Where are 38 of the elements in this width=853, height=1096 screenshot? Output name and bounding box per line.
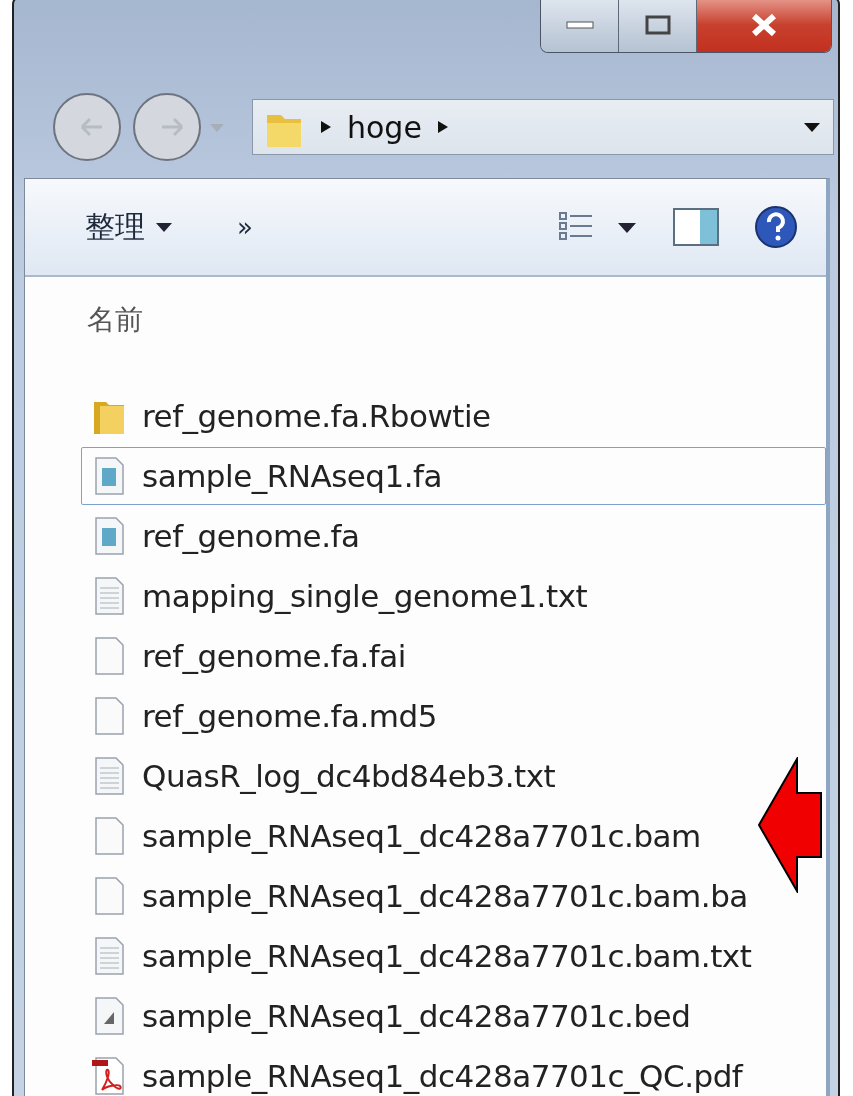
organize-menu[interactable]: 整理	[85, 206, 173, 248]
file-row[interactable]: sample_RNAseq1_dc428a7701c.bam	[81, 807, 826, 865]
file-row[interactable]: sample_RNAseq1_dc428a7701c_QC.pdf	[81, 1047, 826, 1096]
caret-icon	[155, 221, 173, 233]
file-row[interactable]: ref_genome.fa	[81, 507, 826, 565]
file-row[interactable]: ref_genome.fa.Rbowtie	[81, 387, 826, 445]
text-file-icon	[92, 576, 126, 616]
chevron-icon	[435, 119, 450, 135]
file-row[interactable]: sample_RNAseq1_dc428a7701c.bam.ba	[81, 867, 826, 925]
breadcrumb[interactable]: hoge	[347, 109, 422, 145]
file-row[interactable]: sample_RNAseq1_dc428a7701c.bam.txt	[81, 927, 826, 985]
chevron-icon	[319, 119, 333, 135]
minimize-icon	[564, 20, 595, 30]
more-button[interactable]: »	[237, 212, 253, 242]
file-row[interactable]: ref_genome.fa.md5	[81, 687, 826, 745]
preview-pane-icon[interactable]	[672, 205, 720, 249]
file-row[interactable]: QuasR_log_dc4bd84eb3.txt	[81, 747, 826, 805]
blank-file-icon	[92, 876, 126, 916]
file-row[interactable]: mapping_single_genome1.txt	[81, 567, 826, 625]
column-header[interactable]: 名前	[25, 277, 826, 355]
address-bar[interactable]: hoge	[252, 99, 834, 155]
document-icon	[92, 456, 126, 496]
close-icon	[750, 13, 778, 37]
file-row[interactable]: sample_RNAseq1_dc428a7701c.bed	[81, 987, 826, 1045]
blank-file-icon	[92, 636, 126, 676]
help-icon[interactable]	[754, 205, 798, 249]
text-file-icon	[92, 756, 126, 796]
dropdown-icon[interactable]	[803, 121, 821, 133]
document-icon	[92, 996, 126, 1036]
text-file-icon	[92, 936, 126, 976]
maximize-button[interactable]	[619, 0, 697, 52]
maximize-icon	[644, 15, 671, 35]
file-row[interactable]: sample_RNAseq1.fa	[81, 447, 826, 505]
file-row[interactable]: ref_genome.fa.fai	[81, 627, 826, 685]
blank-file-icon	[92, 816, 126, 856]
close-button[interactable]	[697, 0, 831, 52]
document-icon	[92, 516, 126, 556]
blank-file-icon	[92, 696, 126, 736]
